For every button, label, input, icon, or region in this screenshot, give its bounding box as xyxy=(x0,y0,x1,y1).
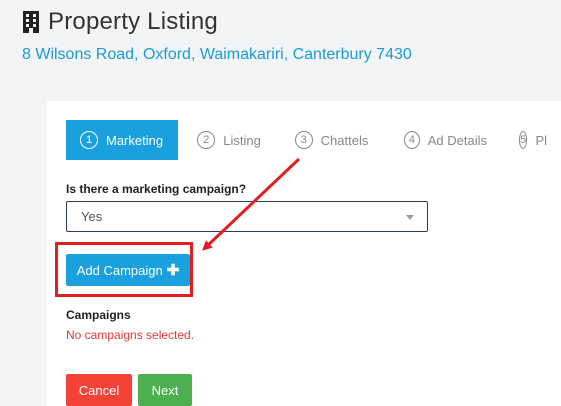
step-number-1: 1 xyxy=(80,131,98,149)
tab-label-chattels: Chattels xyxy=(320,132,369,148)
cancel-button[interactable]: Cancel xyxy=(66,374,132,406)
campaign-select[interactable]: Yes xyxy=(66,201,428,232)
page-title: Property Listing xyxy=(48,8,218,35)
tab-label-ad-details: Ad Details xyxy=(427,132,487,148)
campaign-select-value: Yes xyxy=(81,209,103,224)
tab-listing[interactable]: 2 Listing xyxy=(178,120,275,160)
tab-ad-details[interactable]: 4 Ad Details xyxy=(383,120,501,160)
property-address[interactable]: 8 Wilsons Road, Oxford, Waimakariri, Can… xyxy=(22,46,412,64)
step-tabs: 1 Marketing 2 Listing 3 Chattels 4 Ad De… xyxy=(66,120,561,160)
campaigns-heading: Campaigns xyxy=(66,308,131,322)
no-campaigns-message: No campaigns selected. xyxy=(66,328,195,342)
caret-down-icon xyxy=(406,215,414,220)
wizard-card: 1 Marketing 2 Listing 3 Chattels 4 Ad De… xyxy=(47,101,561,406)
next-button[interactable]: Next xyxy=(138,374,192,406)
tab-label-marketing: Marketing xyxy=(106,132,164,148)
tab-marketing[interactable]: 1 Marketing xyxy=(66,120,179,160)
plus-icon: ✚ xyxy=(166,261,180,279)
campaign-question-label: Is there a marketing campaign? xyxy=(66,182,247,196)
tab-label-listing: Listing xyxy=(223,132,261,148)
title-row: Property Listing xyxy=(22,8,218,36)
tab-chattels[interactable]: 3 Chattels xyxy=(276,120,383,160)
page-header: Property Listing 8 Wilsons Road, Oxford,… xyxy=(0,0,561,100)
tab-step-5[interactable]: 5 Pl xyxy=(501,120,561,160)
tab-label-step-5: Pl xyxy=(535,132,547,148)
add-campaign-button[interactable]: Add Campaign ✚ xyxy=(66,254,190,286)
add-campaign-label: Add Campaign xyxy=(76,262,163,278)
step-number-3: 3 xyxy=(294,131,313,149)
step-number-5: 5 xyxy=(519,131,528,149)
step-number-2: 2 xyxy=(197,131,216,149)
building-icon xyxy=(23,11,39,33)
step-number-4: 4 xyxy=(404,131,420,149)
